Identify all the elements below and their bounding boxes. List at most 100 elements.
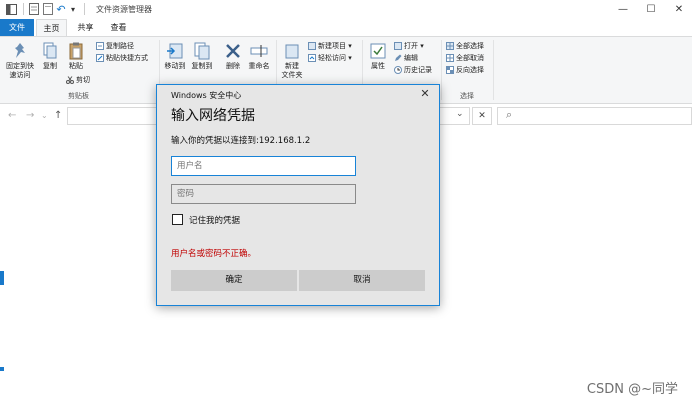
minimize-button[interactable]: — [608,0,638,19]
new-item-button[interactable]: 新建项目 ▾ [308,41,352,51]
copy-to-button[interactable]: 复制到 [189,42,215,71]
copy-to-label: 复制到 [191,62,213,70]
window-title: 文件资源管理器 [96,5,152,14]
paste-label: 粘贴 [69,62,83,70]
open-icon [394,42,402,50]
open-button[interactable]: 打开 ▾ [394,41,424,51]
rename-button[interactable]: 重命名 [246,42,272,71]
invert-selection-button[interactable]: 反向选择 [446,65,484,75]
select-none-button[interactable]: 全部取消 [446,53,484,63]
search-input[interactable]: ⌕ [497,107,692,125]
close-button[interactable]: ✕ [664,0,692,19]
address-dropdown-icon[interactable]: ⌄ [456,109,464,119]
password-field[interactable] [171,184,356,204]
new-folder-label-line1: 新建 [285,62,299,70]
easy-access-label: 轻松访问 ▾ [318,54,352,62]
easy-access-button[interactable]: 轻松访问 ▾ [308,53,352,63]
pin-quick-access-button[interactable]: 固定到快 速访问 [3,42,37,80]
history-label: 历史记录 [404,66,432,74]
paste-button[interactable]: 粘贴 [64,42,88,71]
navigation-pane-strip [0,127,4,403]
paste-icon [69,42,83,60]
ribbon-tabs: 文件 主页 共享 查看 [0,19,692,36]
forward-button[interactable]: → [26,110,34,121]
credentials-dialog: Windows 安全中心 ✕ 输入网络凭据 输入你的凭据以连接到:192.168… [156,84,440,306]
history-button[interactable]: 历史记录 [394,65,432,75]
new-folder-label-line2: 文件夹 [281,71,303,79]
properties-button[interactable]: 属性 [365,42,391,71]
up-button[interactable]: ↑ [54,110,62,121]
remember-credentials-checkbox[interactable] [172,214,183,225]
dialog-title: Windows 安全中心 [171,91,242,100]
tab-file[interactable]: 文件 [0,19,34,36]
clear-address-button[interactable]: ✕ [472,107,492,125]
copy-path-button[interactable]: 复制路径 [96,41,134,51]
paste-shortcut-label: 粘贴快捷方式 [106,54,148,62]
recent-locations-icon[interactable]: ⌄ [41,111,48,120]
easy-access-icon [308,54,316,62]
select-none-icon [446,54,454,62]
maximize-button[interactable]: ☐ [636,0,666,19]
copy-path-icon [96,42,104,50]
remember-credentials-label[interactable]: 记住我的凭据 [189,214,240,226]
watermark-text: CSDN @~同学 [586,382,678,397]
title-separator-2 [83,2,86,16]
nav-selection-indicator [0,271,4,285]
new-folder-quick-icon[interactable] [42,2,54,16]
copy-path-label: 复制路径 [106,42,134,50]
ok-button[interactable]: 确定 [171,270,297,291]
select-all-label: 全部选择 [456,42,484,50]
select-all-button[interactable]: 全部选择 [446,41,484,51]
properties-check-icon [370,43,386,59]
paste-shortcut-button[interactable]: 粘贴快捷方式 [96,53,148,63]
edit-label: 编辑 [404,54,418,62]
username-field[interactable] [171,156,356,176]
edit-icon [395,54,402,61]
pin-label-line2: 速访问 [9,71,31,79]
select-none-label: 全部取消 [456,54,484,62]
search-icon: ⌕ [506,108,513,121]
back-button[interactable]: ← [8,110,16,121]
new-folder-icon [285,44,299,59]
undo-icon[interactable]: ↶ [55,2,67,16]
move-to-button[interactable]: 移动到 [162,42,188,71]
open-label: 打开 ▾ [404,42,424,50]
new-folder-button[interactable]: 新建 文件夹 [279,42,305,80]
move-to-icon [167,43,183,59]
edit-button[interactable]: 编辑 [394,53,418,63]
explorer-app-icon[interactable] [4,2,18,16]
pin-label-line1: 固定到快 [6,62,34,70]
tab-view[interactable]: 查看 [103,19,134,36]
cut-label: 剪切 [76,76,90,84]
move-to-label: 移动到 [164,62,186,70]
file-explorer-window: ↶ ▾ 文件资源管理器 — ☐ ✕ 文件 主页 共享 查看 固定到快 速访问 复… [0,0,692,403]
group-separator [441,40,442,100]
tab-share[interactable]: 共享 [70,19,101,36]
copy-icon [43,42,57,59]
title-separator [22,2,25,16]
title-bar: ↶ ▾ 文件资源管理器 — ☐ ✕ [0,0,692,19]
cancel-button[interactable]: 取消 [299,270,425,291]
error-message: 用户名或密码不正确。 [171,249,257,259]
delete-label: 删除 [226,62,240,70]
tab-home[interactable]: 主页 [36,19,67,36]
copy-to-icon [194,42,210,60]
history-icon [394,66,402,74]
rename-icon [250,45,268,57]
quick-access-dropdown-icon[interactable]: ▾ [68,2,78,16]
copy-button[interactable]: 复制 [38,42,62,71]
clipboard-group-label: 剪贴板 [68,92,89,100]
invert-selection-label: 反向选择 [456,66,484,74]
properties-quick-icon[interactable] [28,2,40,16]
delete-x-icon [226,44,240,58]
rename-label: 重命名 [248,62,270,70]
properties-label: 属性 [371,62,385,70]
pin-icon [15,43,25,58]
cut-button[interactable]: 剪切 [66,75,90,85]
dialog-close-button[interactable]: ✕ [417,86,433,102]
select-all-icon [446,42,454,50]
delete-button[interactable]: 删除 [220,42,246,71]
paste-shortcut-icon [96,54,104,62]
copy-label: 复制 [43,62,57,70]
new-item-label: 新建项目 ▾ [318,42,352,50]
